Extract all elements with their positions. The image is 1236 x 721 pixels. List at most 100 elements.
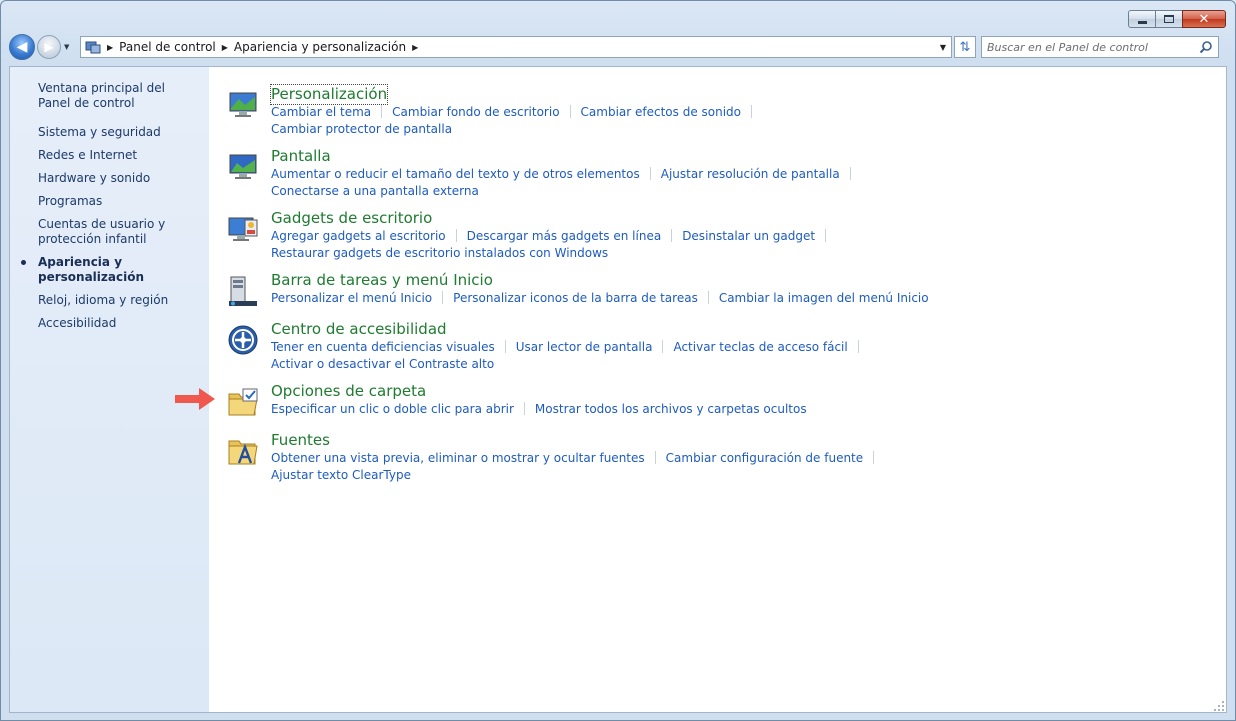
maximize-icon bbox=[1164, 15, 1174, 23]
link-single-double-click[interactable]: Especificar un clic o doble clic para ab… bbox=[271, 402, 514, 416]
link-divider bbox=[662, 340, 664, 353]
display-icon[interactable] bbox=[227, 151, 259, 183]
annotation-arrow-icon bbox=[175, 388, 215, 410]
link-download-gadgets[interactable]: Descargar más gadgets en línea bbox=[467, 229, 662, 243]
link-divider bbox=[825, 229, 827, 242]
link-restore-gadgets[interactable]: Restaurar gadgets de escritorio instalad… bbox=[271, 246, 608, 260]
link-show-hidden-files[interactable]: Mostrar todos los archivos y carpetas oc… bbox=[535, 402, 807, 416]
link-divider bbox=[569, 105, 571, 118]
link-divider bbox=[849, 167, 851, 180]
link-preview-fonts[interactable]: Obtener una vista previa, eliminar o mos… bbox=[271, 451, 645, 465]
link-divider bbox=[442, 291, 444, 304]
back-button[interactable]: ◀ bbox=[9, 34, 35, 60]
link-sticky-keys[interactable]: Activar teclas de acceso fácil bbox=[673, 340, 847, 354]
back-arrow-icon: ◀ bbox=[16, 39, 28, 55]
breadcrumb-appearance[interactable]: Apariencia y personalización bbox=[234, 40, 406, 54]
category-display: Pantalla Aumentar o reducir el tamaño de… bbox=[209, 147, 1226, 200]
forward-button[interactable]: ▶ bbox=[37, 35, 61, 59]
sidebar-item-clock-language[interactable]: Reloj, idioma y región bbox=[10, 293, 209, 308]
link-divider bbox=[873, 451, 875, 464]
link-change-sounds[interactable]: Cambiar efectos de sonido bbox=[581, 105, 741, 119]
category-title[interactable]: Gadgets de escritorio bbox=[271, 209, 432, 228]
link-divider bbox=[523, 402, 525, 415]
link-customize-taskbar-icons[interactable]: Personalizar iconos de la barra de tarea… bbox=[453, 291, 698, 305]
sidebar-item-programs[interactable]: Programas bbox=[10, 194, 209, 209]
sidebar-item-accessibility[interactable]: Accesibilidad bbox=[10, 316, 209, 331]
link-divider bbox=[649, 167, 651, 180]
main-panel: Personalización Cambiar el tema Cambiar f… bbox=[209, 67, 1226, 712]
sidebar-item-user-accounts[interactable]: Cuentas de usuario y protección infantil bbox=[10, 217, 209, 247]
category-taskbar: Barra de tareas y menú Inicio Personaliz… bbox=[209, 271, 1226, 311]
taskbar-icon[interactable] bbox=[227, 275, 259, 307]
link-add-gadgets[interactable]: Agregar gadgets al escritorio bbox=[271, 229, 446, 243]
sidebar-item-network-internet[interactable]: Redes e Internet bbox=[10, 148, 209, 163]
link-font-settings[interactable]: Cambiar configuración de fuente bbox=[666, 451, 864, 465]
control-panel-window: ✕ ◀ ▶ ▼ ▶ Panel de control ▶ Apariencia … bbox=[0, 0, 1236, 721]
control-panel-icon bbox=[85, 40, 101, 54]
refresh-button[interactable]: ⇅ bbox=[954, 36, 976, 58]
search-icon[interactable] bbox=[1199, 40, 1213, 54]
search-input[interactable] bbox=[987, 40, 1187, 54]
breadcrumb-separator-icon[interactable]: ▶ bbox=[107, 43, 113, 52]
folder-options-icon[interactable] bbox=[227, 386, 259, 418]
maximize-button[interactable] bbox=[1155, 10, 1182, 28]
breadcrumb-control-panel[interactable]: Panel de control bbox=[119, 40, 216, 54]
link-change-theme[interactable]: Cambiar el tema bbox=[271, 105, 371, 119]
category-title[interactable]: Personalización bbox=[269, 84, 389, 105]
link-divider bbox=[671, 229, 673, 242]
close-button[interactable]: ✕ bbox=[1182, 10, 1226, 28]
minimize-button[interactable] bbox=[1128, 10, 1155, 28]
category-title[interactable]: Fuentes bbox=[271, 431, 330, 450]
category-folder-options: Opciones de carpeta Especificar un clic … bbox=[209, 382, 1226, 422]
link-divider bbox=[504, 340, 506, 353]
link-divider bbox=[751, 105, 753, 118]
link-change-screensaver[interactable]: Cambiar protector de pantalla bbox=[271, 122, 452, 136]
link-text-size[interactable]: Aumentar o reducir el tamaño del texto y… bbox=[271, 167, 640, 181]
link-screen-reader[interactable]: Usar lector de pantalla bbox=[516, 340, 653, 354]
link-external-display[interactable]: Conectarse a una pantalla externa bbox=[271, 184, 479, 198]
chevron-down-icon: ▼ bbox=[64, 43, 70, 51]
category-ease-of-access: Centro de accesibilidad Tener en cuenta … bbox=[209, 320, 1226, 373]
search-box[interactable] bbox=[981, 36, 1219, 58]
link-visual-impairment[interactable]: Tener en cuenta deficiencias visuales bbox=[271, 340, 495, 354]
category-title[interactable]: Opciones de carpeta bbox=[271, 382, 426, 401]
sidebar-item-system-security[interactable]: Sistema y seguridad bbox=[10, 125, 209, 140]
link-divider bbox=[381, 105, 383, 118]
category-title[interactable]: Barra de tareas y menú Inicio bbox=[271, 271, 493, 290]
link-screen-resolution[interactable]: Ajustar resolución de pantalla bbox=[661, 167, 840, 181]
sidebar-item-appearance[interactable]: Apariencia y personalización bbox=[10, 255, 209, 285]
address-bar[interactable]: ▶ Panel de control ▶ Apariencia y person… bbox=[80, 36, 952, 58]
link-customize-start[interactable]: Personalizar el menú Inicio bbox=[271, 291, 432, 305]
caption-buttons: ✕ bbox=[1128, 10, 1226, 28]
resize-grip-icon[interactable] bbox=[1213, 700, 1225, 712]
sidebar-item-hardware-sound[interactable]: Hardware y sonido bbox=[10, 171, 209, 186]
link-divider bbox=[455, 229, 457, 242]
refresh-icon: ⇅ bbox=[959, 39, 971, 55]
fonts-icon[interactable] bbox=[227, 435, 259, 467]
category-personalization: Personalización Cambiar el tema Cambiar f… bbox=[209, 84, 1226, 138]
category-title[interactable]: Pantalla bbox=[271, 147, 331, 166]
category-gadgets: Gadgets de escritorio Agregar gadgets al… bbox=[209, 209, 1226, 262]
sidebar-item-control-panel-home[interactable]: Ventana principal del Panel de control bbox=[10, 81, 209, 111]
link-divider bbox=[654, 451, 656, 464]
link-uninstall-gadget[interactable]: Desinstalar un gadget bbox=[682, 229, 815, 243]
personalization-icon[interactable] bbox=[227, 89, 259, 121]
link-change-background[interactable]: Cambiar fondo de escritorio bbox=[392, 105, 559, 119]
navigation-bar: ◀ ▶ ▼ ▶ Panel de control ▶ Apariencia y … bbox=[9, 34, 1227, 60]
breadcrumb-separator-icon[interactable]: ▶ bbox=[412, 43, 418, 52]
address-dropdown-button[interactable]: ▼ bbox=[935, 37, 951, 57]
accessibility-icon[interactable] bbox=[227, 324, 259, 356]
link-divider bbox=[707, 291, 709, 304]
breadcrumb-separator-icon[interactable]: ▶ bbox=[222, 43, 228, 52]
link-high-contrast[interactable]: Activar o desactivar el Contraste alto bbox=[271, 357, 494, 371]
close-icon: ✕ bbox=[1198, 11, 1210, 27]
link-divider bbox=[857, 340, 859, 353]
category-fonts: Fuentes Obtener una vista previa, elimin… bbox=[209, 431, 1226, 484]
recent-pages-dropdown[interactable]: ▼ bbox=[64, 43, 74, 51]
gadgets-icon[interactable] bbox=[227, 213, 259, 245]
link-cleartype[interactable]: Ajustar texto ClearType bbox=[271, 468, 411, 482]
forward-arrow-icon: ▶ bbox=[44, 40, 54, 54]
category-title[interactable]: Centro de accesibilidad bbox=[271, 320, 447, 339]
minimize-icon bbox=[1137, 20, 1147, 24]
link-change-start-picture[interactable]: Cambiar la imagen del menú Inicio bbox=[719, 291, 929, 305]
